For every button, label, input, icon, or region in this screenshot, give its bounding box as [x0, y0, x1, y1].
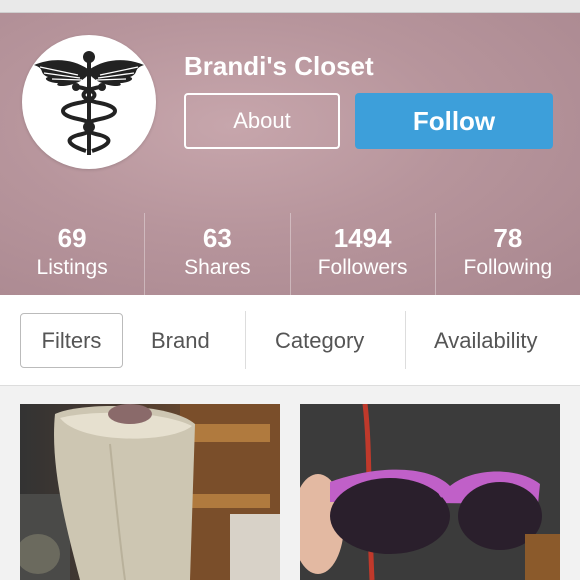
- about-button[interactable]: About: [184, 93, 340, 149]
- filter-bar: Filters Brand Category Availability: [0, 295, 580, 386]
- follow-button[interactable]: Follow: [355, 93, 553, 149]
- listing-tile-boot[interactable]: [20, 404, 280, 580]
- listing-tile-sunglasses[interactable]: [300, 404, 560, 580]
- stat-label: Following: [463, 256, 553, 279]
- stat-value: 69: [57, 223, 87, 253]
- filters-button[interactable]: Filters: [20, 313, 123, 368]
- sunglasses-photo: [300, 404, 560, 580]
- caduceus-icon: [34, 51, 144, 155]
- divider: [245, 311, 246, 369]
- avatar[interactable]: [22, 35, 156, 169]
- stat-label: Listings: [36, 256, 108, 279]
- profile-header: Brandi's Closet About Follow 69 Listings…: [0, 13, 580, 295]
- closet-name: Brandi's Closet: [184, 51, 374, 81]
- category-filter[interactable]: Category: [275, 313, 364, 368]
- brand-filter[interactable]: Brand: [151, 313, 210, 368]
- stat-label: Shares: [184, 256, 251, 279]
- stat-value: 63: [202, 223, 232, 253]
- top-status-strip: [0, 0, 580, 13]
- boot-photo: [20, 404, 280, 580]
- stat-label: Followers: [317, 256, 408, 279]
- stat-following[interactable]: 78 Following: [436, 213, 580, 295]
- stat-followers[interactable]: 1494 Followers: [291, 213, 436, 295]
- divider: [405, 311, 406, 369]
- stat-shares[interactable]: 63 Shares: [145, 213, 291, 295]
- stat-listings[interactable]: 69 Listings: [0, 213, 146, 295]
- availability-filter[interactable]: Availability: [434, 313, 538, 368]
- stats-bar: 69 Listings 63 Shares 1494 Followers 78 …: [0, 213, 580, 295]
- stat-value: 1494: [333, 223, 392, 253]
- stat-value: 78: [493, 223, 523, 253]
